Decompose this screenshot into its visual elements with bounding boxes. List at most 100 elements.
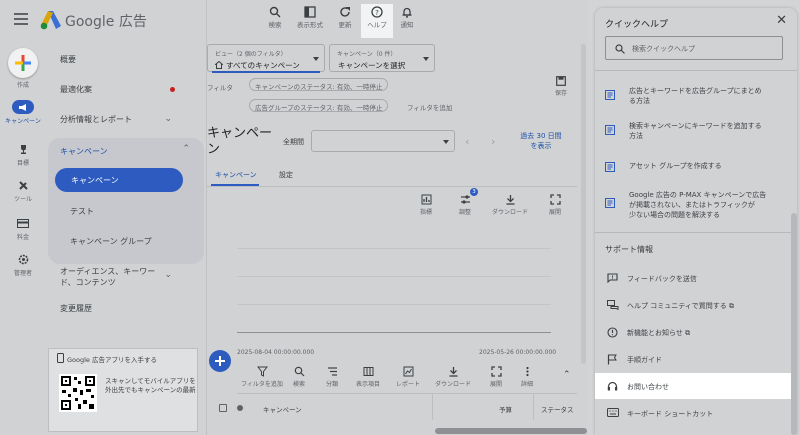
help-panel-title: クイックヘルプ <box>605 20 669 30</box>
more-button[interactable]: 詳細 <box>515 366 539 388</box>
chevron-down-icon[interactable]: ⌄ <box>164 114 172 124</box>
columns-button[interactable]: 表示項目 <box>352 366 384 388</box>
next-period-icon[interactable]: › <box>491 135 495 148</box>
rail-item-admin[interactable]: 管理者 <box>0 252 46 277</box>
nav-item-overview[interactable]: 概要 <box>60 54 76 65</box>
menu-icon[interactable] <box>14 13 28 25</box>
support-item-news[interactable]: 新機能とお知らせ ⧉ <box>595 319 797 345</box>
tab-campaigns[interactable]: キャンペーン <box>215 170 257 180</box>
quick-help-panel: クイックヘルプ ✕ 検索クイックヘルプ 広告とキーワードを広告グループにまとめる… <box>595 8 797 435</box>
trophy-icon <box>20 144 26 154</box>
article-line: 広告とキーワードを広告グループにまとめ <box>629 87 762 95</box>
nav-item-change-history[interactable]: 変更履歴 <box>60 303 92 314</box>
page-title-line1: キャンペー <box>207 126 273 141</box>
article-icon <box>605 198 615 208</box>
search-label: 検索 <box>268 21 282 29</box>
chart-expand-button[interactable]: 展開 <box>533 194 577 216</box>
columns-icon <box>363 367 373 376</box>
article-line: アセット グループを作成する <box>629 162 722 170</box>
prev-period-icon[interactable]: ‹ <box>465 135 469 148</box>
support-item-label: フィードバックを送信 <box>627 275 697 283</box>
segment-button[interactable]: 分類 <box>320 366 344 388</box>
nav-item-insights[interactable]: 分析情報とレポート <box>60 114 132 125</box>
audiences-label-line2: ド、コンテンツ <box>60 278 116 287</box>
tab-settings[interactable]: 設定 <box>279 170 293 180</box>
support-item-guides[interactable]: 手順ガイド <box>595 346 797 372</box>
help-search-input[interactable]: 検索クイックヘルプ <box>605 36 783 60</box>
rail-item-goals[interactable]: 目標 <box>0 142 46 167</box>
table-download-button[interactable]: ダウンロード <box>431 366 475 388</box>
search-icon <box>269 6 281 18</box>
chevron-down-icon[interactable]: ⌄ <box>164 270 172 280</box>
collapse-icon[interactable]: ⌃ <box>563 370 571 380</box>
appearance-button[interactable]: 表示形式 <box>294 4 326 38</box>
refresh-button[interactable]: 更新 <box>329 4 361 38</box>
app-promo-card[interactable]: Google 広告アプリを入手する スキャンしてモバイルアプリを 外出先でもキャ… <box>48 348 198 432</box>
support-item-shortcuts[interactable]: キーボード ショートカット <box>595 400 797 426</box>
column-divider <box>533 394 534 420</box>
table-search-button[interactable]: 検索 <box>287 366 311 388</box>
nav-item-experiments[interactable]: テスト <box>70 206 94 217</box>
view-selector[interactable]: ビュー（2 個のフィルタ） すべてのキャンペーン <box>207 44 325 73</box>
add-filter-link[interactable]: フィルタを追加 <box>407 102 452 112</box>
chevron-up-icon[interactable]: ⌃ <box>182 144 190 154</box>
create-label: 作成 <box>16 82 29 89</box>
plus-icon <box>15 55 31 71</box>
column-header-budget[interactable]: 予算 <box>499 404 512 414</box>
column-header-campaign[interactable]: キャンペーン <box>263 404 302 414</box>
filter-chip-adgroup-status[interactable]: 広告グループのステータス: 有効、一時停止 <box>249 99 389 112</box>
plus-icon <box>215 356 225 366</box>
notification-dot <box>170 87 175 92</box>
reports-button[interactable]: レポート <box>393 366 423 388</box>
campaign-selector-label: キャンペーン（0 件） <box>337 51 397 58</box>
add-campaign-button[interactable] <box>209 350 231 372</box>
save-button[interactable]: 保存 <box>551 76 571 97</box>
rail-item-billing[interactable]: 料金 <box>0 216 46 241</box>
close-icon[interactable]: ✕ <box>776 13 787 28</box>
select-all-checkbox[interactable] <box>219 404 227 412</box>
help-scrollbar[interactable] <box>791 213 797 435</box>
last-30-days-link[interactable]: 過去 30 日間 を表示 <box>513 131 569 151</box>
support-item-label: 新機能とお知らせ ⧉ <box>627 328 690 338</box>
date-range-picker[interactable] <box>311 130 455 152</box>
rail-item-campaigns[interactable]: キャンペーン <box>0 100 46 125</box>
nav-item-campaign-groups[interactable]: キャンペーン グループ <box>70 236 152 247</box>
external-link-icon: ⧉ <box>685 329 691 337</box>
help-icon: ? <box>371 6 383 18</box>
table-filter-button[interactable]: フィルタを追加 <box>239 366 285 388</box>
download-icon <box>506 195 514 205</box>
chart-gridline <box>237 276 551 277</box>
nav-item-audiences[interactable]: オーディエンス、キーワー ド、コンテンツ <box>60 266 155 288</box>
create-button[interactable] <box>8 48 38 78</box>
campaign-selector[interactable]: キャンペーン（0 件） キャンペーンを選択 <box>329 44 435 72</box>
search-button[interactable]: 検索 <box>259 4 291 38</box>
main-scrollbar[interactable] <box>581 44 586 364</box>
dropdown-arrow-icon <box>423 57 429 61</box>
table-expand-button[interactable]: 展開 <box>484 366 508 388</box>
support-item-community[interactable]: ヘルプ コミュニティで質問する ⧉ <box>595 292 797 318</box>
tab-divider <box>207 186 577 187</box>
adjust-label: 調整 <box>458 209 471 216</box>
support-section-title: サポート情報 <box>605 245 653 254</box>
table-download-label: ダウンロード <box>434 381 471 388</box>
nav-item-campaigns-group[interactable]: キャンペーン <box>60 146 108 157</box>
horizontal-scrollbar[interactable] <box>435 428 587 434</box>
support-item-feedback[interactable]: フィードバックを送信 <box>595 265 797 291</box>
chart-download-button[interactable]: ダウンロード <box>488 194 532 216</box>
support-item-contact[interactable]: お問い合わせ <box>595 373 797 399</box>
qr-code <box>59 374 97 412</box>
rail-item-label: 目標 <box>16 160 29 167</box>
search-icon <box>294 366 304 377</box>
metrics-button[interactable]: 指標 <box>404 194 448 216</box>
nav-item-campaigns[interactable]: キャンペーン <box>55 168 183 192</box>
adjust-button[interactable]: 調整 <box>443 194 487 216</box>
article-line: が掲載されない、またはトラフィックが <box>629 201 755 209</box>
rail-item-label: ツール <box>13 196 32 203</box>
help-button[interactable]: ? ヘルプ <box>361 4 393 38</box>
filter-chip-campaign-status[interactable]: キャンペーンのステータス: 有効、一時停止 <box>249 78 389 91</box>
column-header-status[interactable]: ステータス <box>541 404 574 414</box>
notifications-button[interactable]: 通知 <box>391 4 423 38</box>
date-link-line1: 過去 30 日間 <box>520 132 562 140</box>
nav-item-recommendations[interactable]: 最適化案 <box>60 84 92 95</box>
rail-item-tools[interactable]: ツール <box>0 178 46 203</box>
